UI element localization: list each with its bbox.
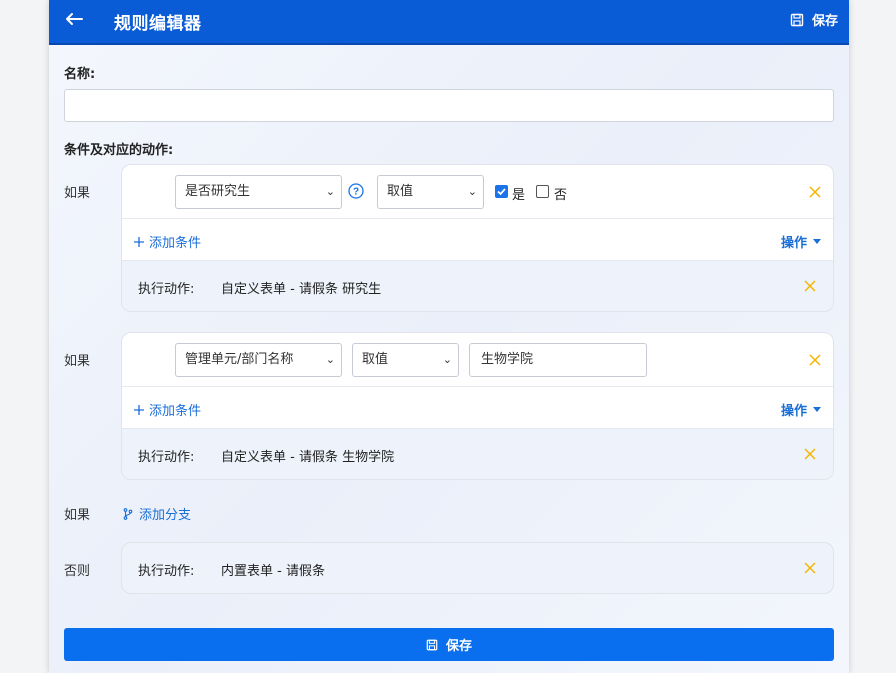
check-icon: [497, 188, 506, 196]
action-row: 执行动作: 自定义表单 - 请假条 研究生: [122, 261, 833, 311]
field-select-value: 管理单元/部门名称: [185, 352, 294, 367]
operator-select[interactable]: 取值 ⌄: [352, 343, 459, 377]
add-condition-label: 添加条件: [149, 404, 202, 419]
chevron-down-icon: ⌄: [325, 353, 335, 366]
chevron-down-icon: ⌄: [467, 185, 477, 198]
add-condition-button[interactable]: 添加条件: [134, 232, 201, 251]
app-header: 规则编辑器 保存: [49, 0, 849, 45]
name-label: 名称:: [64, 67, 96, 82]
condition-row: 管理单元/部门名称 ⌄ 取值 ⌄ 生物学院: [122, 333, 833, 387]
operator-select[interactable]: 取值 ⌄: [377, 175, 484, 209]
action-row: 执行动作: 自定义表单 - 请假条 生物学院: [122, 429, 833, 479]
operations-dropdown[interactable]: 操作: [781, 232, 821, 251]
action-label: 执行动作:: [138, 282, 195, 297]
if-label: 如果: [64, 508, 91, 523]
header-save-label: 保存: [811, 14, 838, 29]
condition-row: 是否研究生 ⌄ ? 取值 ⌄ 是 否: [122, 165, 833, 219]
plus-icon: [134, 236, 144, 247]
if-label: 如果: [64, 186, 91, 201]
delete-condition-icon[interactable]: [809, 186, 821, 198]
save-icon: [790, 13, 804, 26]
action-label: 执行动作:: [138, 450, 195, 465]
action-value[interactable]: 自定义表单 - 请假条 研究生: [221, 278, 381, 297]
delete-action-icon[interactable]: [804, 280, 816, 292]
add-branch-label: 添加分支: [139, 508, 192, 523]
operations-label: 操作: [780, 404, 807, 419]
delete-action-icon[interactable]: [804, 562, 816, 574]
condition-block: 管理单元/部门名称 ⌄ 取值 ⌄ 生物学院 添加条件 操作 执行动作: 自定义表…: [121, 332, 834, 480]
header-save-button[interactable]: 保存: [790, 10, 838, 29]
else-label: 否则: [64, 564, 91, 579]
caret-down-icon: [813, 407, 821, 412]
no-checkbox-label: 否: [554, 188, 568, 203]
add-row: 添加条件 操作: [122, 387, 833, 429]
operator-select-value: 取值: [387, 184, 414, 199]
if-label: 如果: [64, 354, 91, 369]
action-label: 执行动作:: [138, 564, 195, 579]
chevron-down-icon: ⌄: [442, 353, 452, 366]
add-row: 添加条件 操作: [122, 219, 833, 261]
operations-label: 操作: [780, 236, 807, 251]
chevron-down-icon: ⌄: [325, 185, 335, 198]
back-arrow-icon[interactable]: [61, 6, 87, 32]
delete-condition-icon[interactable]: [809, 354, 821, 366]
action-value[interactable]: 自定义表单 - 请假条 生物学院: [221, 446, 394, 465]
action-value[interactable]: 内置表单 - 请假条: [221, 560, 325, 579]
add-branch-button[interactable]: 添加分支: [123, 504, 191, 523]
name-input[interactable]: [64, 89, 834, 122]
page-title: 规则编辑器: [114, 14, 202, 34]
save-button-label: 保存: [445, 639, 472, 654]
help-icon[interactable]: ?: [348, 183, 364, 199]
condition-block: 是否研究生 ⌄ ? 取值 ⌄ 是 否 添加条件 操作 执行动作: 自定义表单 -…: [121, 164, 834, 312]
save-button[interactable]: 保存: [64, 628, 834, 661]
field-select[interactable]: 是否研究生 ⌄: [175, 175, 342, 209]
rule-editor-panel: 规则编辑器 保存 名称: 条件及对应的动作: 如果 是否研究生 ⌄ ? 取值 ⌄…: [49, 0, 849, 673]
field-select[interactable]: 管理单元/部门名称 ⌄: [175, 343, 342, 377]
save-icon: [426, 639, 438, 650]
operator-select-value: 取值: [362, 352, 389, 367]
else-action-block: 执行动作: 内置表单 - 请假条: [121, 542, 834, 594]
field-select-value: 是否研究生: [185, 184, 251, 199]
branch-icon: [123, 507, 133, 520]
yes-checkbox[interactable]: [495, 185, 508, 198]
delete-action-icon[interactable]: [804, 448, 816, 460]
value-input[interactable]: 生物学院: [469, 343, 647, 377]
add-condition-label: 添加条件: [149, 236, 202, 251]
operations-dropdown[interactable]: 操作: [781, 400, 821, 419]
add-condition-button[interactable]: 添加条件: [134, 400, 201, 419]
conditions-label: 条件及对应的动作:: [64, 143, 174, 158]
plus-icon: [134, 404, 144, 415]
yes-checkbox-label: 是: [512, 188, 526, 203]
svg-text:?: ?: [353, 187, 359, 198]
caret-down-icon: [813, 239, 821, 244]
no-checkbox[interactable]: [536, 185, 549, 198]
